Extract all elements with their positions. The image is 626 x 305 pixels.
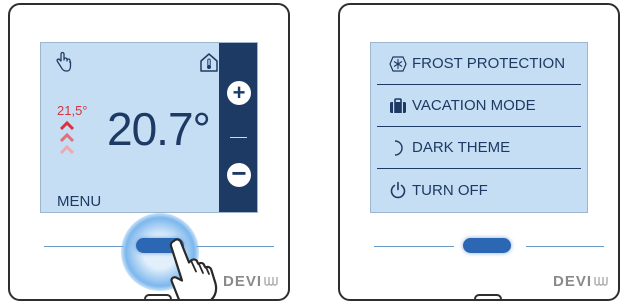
menu-list: FROST PROTECTION VACATION MODE DARK THEM…: [371, 43, 587, 211]
chevron-up-icon: [60, 144, 74, 154]
moon-icon: [394, 139, 403, 156]
menu-label[interactable]: MENU: [57, 193, 101, 210]
touch-line-right: [526, 246, 604, 247]
brand-mark-icon: [264, 277, 278, 286]
snowflake-icon: [389, 55, 407, 72]
touch-line-left: [374, 246, 454, 247]
menu-item-vacation-mode[interactable]: VACATION MODE: [377, 85, 581, 127]
menu-screen: FROST PROTECTION VACATION MODE DARK THEM…: [370, 42, 588, 213]
pointing-hand-icon: [169, 238, 218, 299]
current-temperature: 20.7°: [107, 103, 211, 155]
setpoint-temperature: 21,5°: [57, 103, 88, 118]
chevron-up-icon: [60, 132, 74, 142]
touch-button[interactable]: [463, 238, 511, 253]
menu-item-label: TURN OFF: [412, 181, 488, 199]
divider: [230, 137, 247, 138]
touch-line-left: [44, 246, 124, 247]
hand-touch-icon: [56, 51, 72, 72]
thermostat-screen: 21,5° 20.7° MENU + −: [40, 42, 258, 213]
brand-logo: DEVI: [553, 273, 610, 290]
brand-mark-icon: [594, 277, 608, 286]
increase-button[interactable]: +: [227, 81, 251, 105]
thermostat-right: FROST PROTECTION VACATION MODE DARK THEM…: [338, 3, 620, 301]
device-notch: [144, 294, 172, 299]
home-thermometer-icon: [200, 53, 218, 72]
menu-item-label: FROST PROTECTION: [412, 55, 566, 72]
menu-item-label: VACATION MODE: [412, 97, 536, 114]
brand-logo: DEVI: [223, 273, 280, 290]
menu-item-frost-protection[interactable]: FROST PROTECTION: [377, 43, 581, 85]
menu-item-dark-theme[interactable]: DARK THEME: [377, 127, 581, 169]
menu-item-turn-off[interactable]: TURN OFF: [377, 169, 581, 211]
chevron-up-icon: [60, 120, 74, 130]
device-notch: [474, 294, 502, 299]
adjust-sidebar: + −: [219, 43, 257, 212]
thermostat-left: 21,5° 20.7° MENU + − DEVI: [8, 3, 290, 301]
menu-item-label: DARK THEME: [412, 139, 511, 156]
suitcase-icon: [390, 97, 406, 113]
power-icon: [390, 181, 406, 199]
decrease-button[interactable]: −: [227, 160, 251, 187]
